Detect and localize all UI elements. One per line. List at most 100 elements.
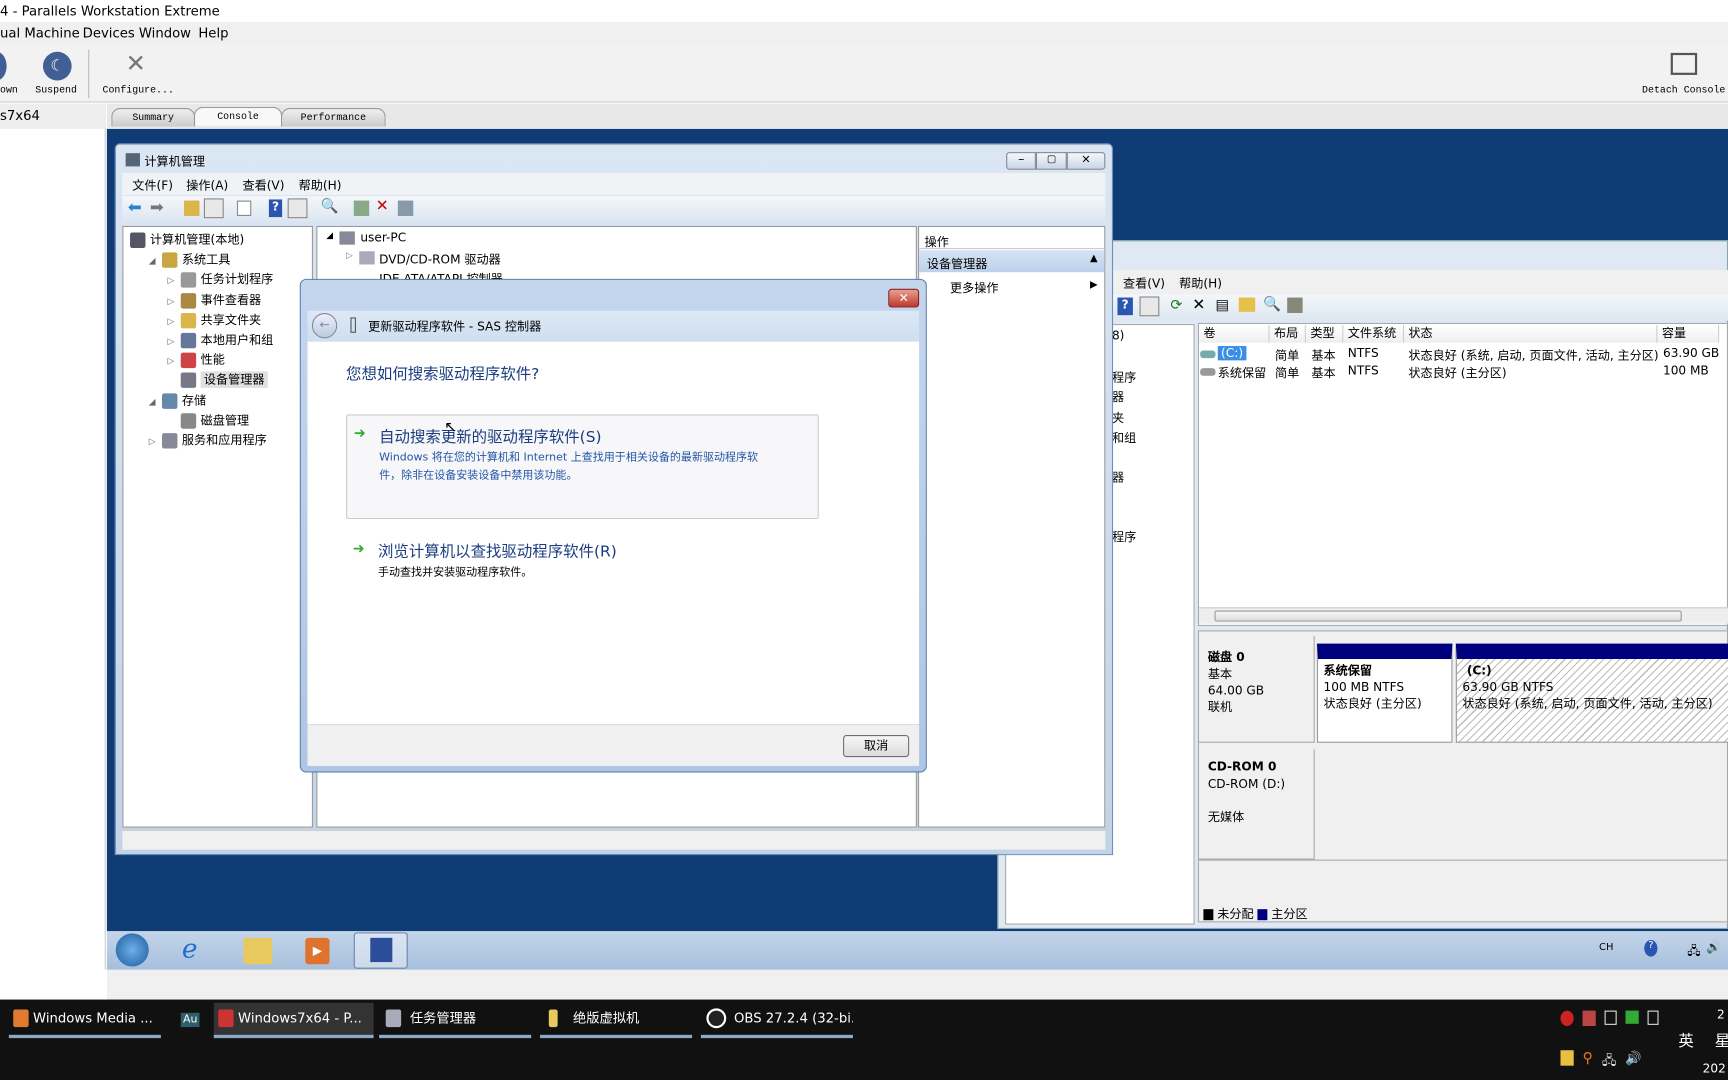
- collapse-arrow-icon[interactable]: ◢: [326, 230, 333, 240]
- volume-icon[interactable]: 🔊: [1706, 940, 1721, 954]
- expand-arrow-icon[interactable]: ◢: [149, 396, 162, 406]
- security-tray-icon[interactable]: [1560, 1050, 1574, 1066]
- ime-indicator[interactable]: 英: [1678, 1029, 1693, 1051]
- search-tray-icon[interactable]: ⚲: [1583, 1050, 1594, 1068]
- help-tray-icon[interactable]: ?: [1644, 940, 1658, 957]
- taskbar-task-manager[interactable]: 任务管理器: [379, 1003, 532, 1039]
- scan-hardware-icon[interactable]: 🔍: [321, 198, 339, 215]
- expand-arrow-icon[interactable]: ▷: [168, 276, 181, 286]
- cdrom-label[interactable]: CD-ROM 0 CD-ROM (D:) 无媒体: [1199, 749, 1315, 860]
- suspend-moon-icon[interactable]: ☾: [42, 51, 72, 81]
- menu-action[interactable]: 操作(A): [186, 176, 228, 194]
- menu-help[interactable]: Help: [198, 25, 228, 40]
- tree-item[interactable]: ◢ 系统工具: [149, 250, 230, 269]
- up-folder-icon[interactable]: [184, 200, 200, 216]
- tree-item[interactable]: ▷ 性能: [168, 351, 225, 369]
- disk0-label[interactable]: 磁盘 0 基本 64.00 GB 联机: [1199, 635, 1315, 743]
- expand-arrow-icon[interactable]: ▷: [168, 356, 181, 366]
- dm-menu-view[interactable]: 查看(V): [1123, 274, 1165, 292]
- menu-virtual-machine[interactable]: ual Machine: [0, 25, 80, 40]
- clock-time[interactable]: 2: [1717, 1007, 1725, 1021]
- clock-weekday[interactable]: 星: [1715, 1029, 1728, 1051]
- col-capacity[interactable]: 容量: [1657, 325, 1720, 343]
- maximize-button[interactable]: ▢: [1036, 152, 1067, 170]
- horizontal-scrollbar[interactable]: [1199, 607, 1728, 624]
- configure-button[interactable]: Configure...: [102, 85, 173, 96]
- option-browse[interactable]: ➜ 浏览计算机以查找驱动程序软件(R) 手动查找并安装驱动程序软件。: [346, 536, 819, 580]
- shutdown-icon[interactable]: [0, 51, 7, 81]
- refresh-icon[interactable]: ⟳: [1170, 298, 1182, 315]
- update-driver-icon[interactable]: [353, 200, 370, 216]
- search-icon[interactable]: 🔍: [1263, 296, 1281, 313]
- clock-date[interactable]: 202: [1703, 1061, 1726, 1075]
- nav-fragment[interactable]: 和组: [1112, 429, 1136, 447]
- window-tray-icon[interactable]: [1604, 1010, 1617, 1025]
- delete-icon[interactable]: ✕: [1192, 296, 1205, 314]
- shutdown-button[interactable]: own: [0, 85, 18, 96]
- obs-tray-icon[interactable]: [1560, 1010, 1574, 1026]
- minimize-button[interactable]: –: [1006, 152, 1037, 170]
- settings-icon[interactable]: [1287, 297, 1303, 313]
- nav-fragment[interactable]: 器: [1112, 468, 1124, 486]
- show-action-pane-icon[interactable]: [287, 198, 308, 219]
- help-icon[interactable]: ?: [268, 199, 283, 218]
- partition-c[interactable]: (C:) 63.90 GB NTFS 状态良好 (系统, 启动, 页面文件, 活…: [1455, 643, 1728, 743]
- help-icon[interactable]: ?: [1117, 297, 1133, 316]
- uninstall-icon[interactable]: ✕: [376, 197, 389, 215]
- tree-item[interactable]: ▷ 本地用户和组: [168, 331, 273, 349]
- more-actions[interactable]: 更多操作 ▶: [919, 277, 1104, 297]
- tree-item[interactable]: ▷ 服务和应用程序: [149, 431, 267, 449]
- back-arrow-icon[interactable]: ⬅: [128, 197, 142, 217]
- tree-item[interactable]: ◢ 存储: [149, 391, 206, 409]
- detach-console-button[interactable]: Detach Console: [1642, 85, 1725, 96]
- tree-item[interactable]: ▷ 任务计划程序: [168, 270, 273, 289]
- explorer-folder-icon[interactable]: [243, 937, 273, 965]
- expand-arrow-icon[interactable]: ▷: [346, 250, 353, 260]
- expand-arrow-icon[interactable]: ◢: [149, 256, 162, 266]
- tray-icon[interactable]: [1647, 1010, 1659, 1025]
- forward-arrow-icon[interactable]: ➡: [150, 197, 164, 217]
- cancel-button[interactable]: 取消: [843, 735, 910, 758]
- network-icon[interactable]: 🖧: [1687, 941, 1701, 962]
- tree-item[interactable]: 磁盘管理: [168, 411, 249, 429]
- nav-fragment[interactable]: 夹: [1112, 409, 1124, 427]
- tree-item[interactable]: ▷ 共享文件夹: [168, 311, 261, 329]
- taskbar-device-manager-button[interactable]: [353, 932, 408, 969]
- nvidia-tray-icon[interactable]: [1625, 1010, 1639, 1024]
- device-category[interactable]: DVD/CD-ROM 驱动器: [379, 250, 501, 268]
- col-layout[interactable]: 布局: [1269, 325, 1306, 343]
- tab-console[interactable]: Console: [193, 106, 283, 126]
- nav-fragment[interactable]: 程序: [1112, 528, 1136, 546]
- taskbar-parallels[interactable]: Windows7x64 - P...: [213, 1002, 374, 1039]
- col-type[interactable]: 类型: [1305, 325, 1344, 343]
- open-folder-icon[interactable]: [1238, 297, 1256, 312]
- device-root[interactable]: user-PC: [360, 230, 406, 244]
- col-filesystem[interactable]: 文件系统: [1343, 325, 1404, 343]
- taskbar-windows-media[interactable]: Windows Media ...: [8, 1003, 161, 1039]
- disable-device-icon[interactable]: [397, 200, 414, 216]
- nav-fragment[interactable]: 程序: [1112, 368, 1136, 386]
- volume-row-reserved[interactable]: 系统保留 简单 基本 NTFS 状态良好 (主分区) 100 MB: [1200, 364, 1718, 382]
- ie-icon[interactable]: e: [182, 933, 198, 964]
- col-status[interactable]: 状态: [1403, 325, 1658, 343]
- actions-section-device-manager[interactable]: 设备管理器 ▲: [919, 250, 1105, 273]
- media-player-icon[interactable]: ▶: [305, 937, 330, 965]
- vm-list-item[interactable]: s7x64: [0, 103, 106, 129]
- expand-arrow-icon[interactable]: ▷: [168, 316, 181, 326]
- menu-devices[interactable]: Devices: [83, 25, 135, 40]
- dm-menu-help[interactable]: 帮助(H): [1179, 274, 1222, 292]
- menu-window[interactable]: Window: [139, 25, 191, 40]
- detach-console-icon[interactable]: [1670, 52, 1698, 75]
- volume-row-c[interactable]: (C:) 简单 基本 NTFS 状态良好 (系统, 启动, 页面文件, 活动, …: [1200, 346, 1719, 364]
- partition-system-reserved[interactable]: 系统保留 100 MB NTFS 状态良好 (主分区): [1316, 643, 1453, 743]
- tab-performance[interactable]: Performance: [281, 107, 386, 127]
- parallels-tray-icon[interactable]: [1582, 1010, 1596, 1026]
- properties-icon[interactable]: ▤: [1216, 298, 1230, 315]
- close-button[interactable]: ✕: [1066, 152, 1106, 170]
- suspend-button[interactable]: Suspend: [35, 85, 77, 96]
- col-volume[interactable]: 卷: [1199, 325, 1270, 343]
- menu-view[interactable]: 查看(V): [242, 176, 284, 194]
- input-language[interactable]: CH: [1599, 942, 1613, 953]
- tree-item[interactable]: ▷ 事件查看器: [168, 290, 261, 309]
- volume-tray-icon[interactable]: 🔊: [1625, 1050, 1641, 1068]
